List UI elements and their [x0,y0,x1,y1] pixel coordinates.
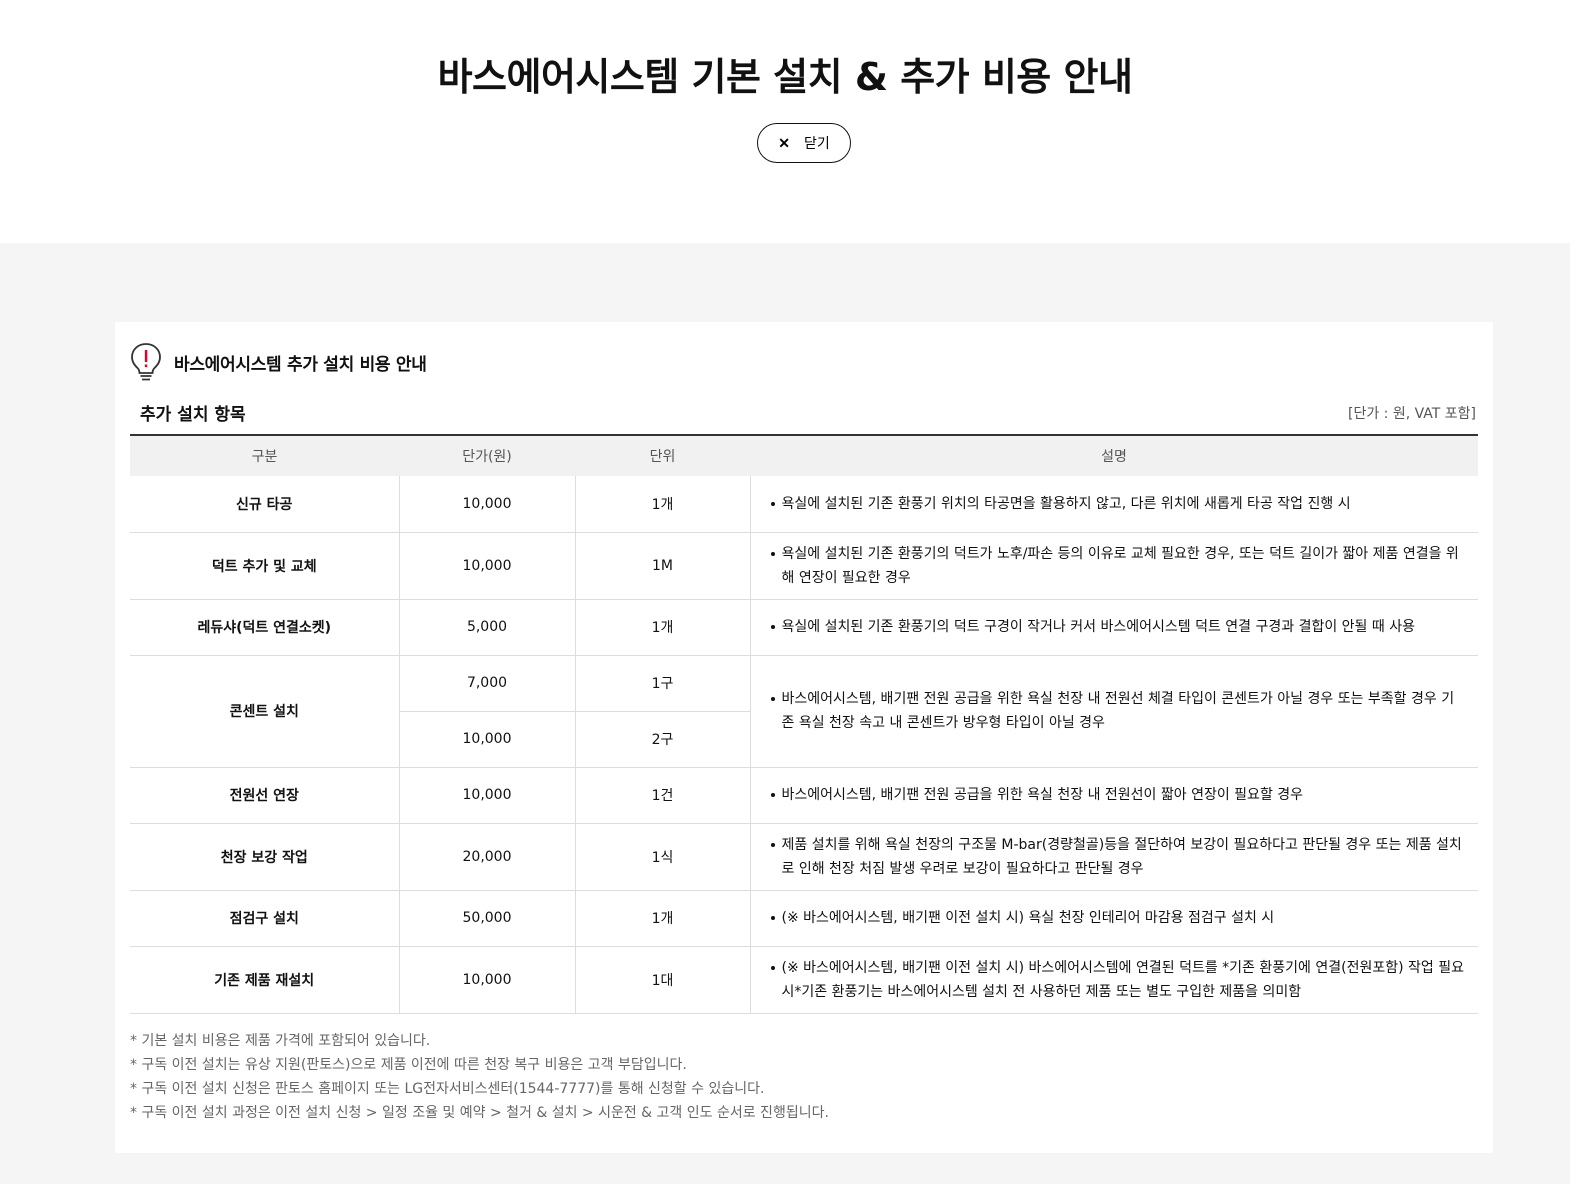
item-desc: 바스에어시스템, 배기팬 전원 공급을 위한 욕실 천장 내 전원선이 짧아 연… [770,783,1467,807]
item-name: 기존 제품 재설치 [130,946,399,1014]
table-row: 점검구 설치 50,000 1개 (※ 바스에어시스템, 배기팬 이전 설치 시… [130,890,1478,947]
item-desc: (※ 바스에어시스템, 배기팬 이전 설치 시) 바스에어시스템에 연결된 덕트… [770,956,1467,1004]
item-unit: 1식 [574,823,750,891]
footnote: 구독 이전 설치 신청은 판토스 홈페이지 또는 LG전자서비스센터(1544-… [130,1077,829,1101]
modal-header: 바스에어시스템 기본 설치 & 추가 비용 안내 ✕ 닫기 [0,0,1570,243]
item-price: 10,000 [398,532,575,600]
item-name: 전원선 연장 [130,767,399,824]
column-header: 단위 [649,449,676,465]
card-title: 바스에어시스템 추가 설치 비용 안내 [174,354,427,375]
item-unit: 1M [574,532,750,600]
item-name: 레듀샤(덕트 연결소켓) [130,599,399,656]
item-unit: 1개 [574,890,750,947]
item-desc: 욕실에 설치된 기존 환풍기 위치의 타공면을 활용하지 않고, 다른 위치에 … [770,492,1467,516]
item-desc-cell: 제품 설치를 위해 욕실 천장의 구조물 M-bar(경량철골)등을 절단하여 … [749,823,1478,891]
item-desc: (※ 바스에어시스템, 배기팬 이전 설치 시) 욕실 천장 인테리어 마감용 … [770,906,1467,930]
item-price: 10,000 [398,711,575,768]
item-desc: 제품 설치를 위해 욕실 천장의 구조물 M-bar(경량철골)등을 절단하여 … [770,833,1467,881]
item-price: 10,000 [398,946,575,1014]
close-button[interactable]: ✕ 닫기 [757,123,851,163]
section-header: 추가 설치 항목 [단가 : 원, VAT 포함] [140,400,1478,425]
item-name: 천장 보강 작업 [130,823,399,891]
footnote: 구독 이전 설치는 유상 지원(판토스)으로 제품 이전에 따른 천장 복구 비… [130,1053,829,1077]
footnote: 기본 설치 비용은 제품 가격에 포함되어 있습니다. [130,1029,829,1053]
item-desc-cell: 욕실에 설치된 기존 환풍기의 덕트가 노후/파손 등의 이유로 교체 필요한 … [749,532,1478,600]
cost-card: 바스에어시스템 추가 설치 비용 안내 추가 설치 항목 [단가 : 원, VA… [115,322,1493,1153]
item-unit: 1건 [574,767,750,824]
item-desc: 욕실에 설치된 기존 환풍기의 덕트가 노후/파손 등의 이유로 교체 필요한 … [770,542,1467,590]
unit-note: [단가 : 원, VAT 포함] [1347,405,1476,422]
item-name: 콘센트 설치 [130,655,399,768]
item-price: 20,000 [398,823,575,891]
item-price: 10,000 [398,476,575,533]
table-row: 신규 타공 10,000 1개 욕실에 설치된 기존 환풍기 위치의 타공면을 … [130,476,1478,533]
item-unit: 2구 [574,711,750,768]
item-price: 5,000 [398,599,575,656]
card-header: 바스에어시스템 추가 설치 비용 안내 [130,342,427,382]
section-title: 추가 설치 항목 [140,405,246,425]
item-desc-cell: (※ 바스에어시스템, 배기팬 이전 설치 시) 욕실 천장 인테리어 마감용 … [749,890,1478,947]
lightbulb-alert-icon [131,343,161,381]
item-desc: 욕실에 설치된 기존 환풍기의 덕트 구경이 작거나 커서 바스에어시스템 덕트… [770,615,1467,639]
item-desc-cell: 바스에어시스템, 배기팬 전원 공급을 위한 욕실 천장 내 전원선 체결 타입… [749,655,1478,768]
item-unit: 1대 [574,946,750,1014]
item-desc-cell: 욕실에 설치된 기존 환풍기 위치의 타공면을 활용하지 않고, 다른 위치에 … [749,476,1478,533]
item-unit: 1구 [574,655,750,712]
item-name: 신규 타공 [130,476,399,533]
content-area: 바스에어시스템 추가 설치 비용 안내 추가 설치 항목 [단가 : 원, VA… [0,243,1570,1184]
item-desc-cell: 욕실에 설치된 기존 환풍기의 덕트 구경이 작거나 커서 바스에어시스템 덕트… [749,599,1478,656]
footnote: 구독 이전 설치 과정은 이전 설치 신청 > 일정 조율 및 예약 > 철거 … [130,1101,828,1125]
close-icon: ✕ [778,134,790,151]
item-price: 50,000 [398,890,575,947]
item-desc-cell: 바스에어시스템, 배기팬 전원 공급을 위한 욕실 천장 내 전원선이 짧아 연… [749,767,1478,824]
column-header: 설명 [1101,449,1127,465]
close-label: 닫기 [803,135,830,151]
item-desc: 바스에어시스템, 배기팬 전원 공급을 위한 욕실 천장 내 전원선 체결 타입… [770,687,1467,735]
table-row: 기존 제품 재설치 10,000 1대 (※ 바스에어시스템, 배기팬 이전 설… [130,946,1478,1014]
table-row: 콘센트 설치 7,000 1구 바스에어시스템, 배기팬 전원 공급을 위한 욕… [130,655,1478,768]
table-row: 레듀샤(덕트 연결소켓) 5,000 1개 욕실에 설치된 기존 환풍기의 덕트… [130,599,1478,656]
column-header: 구분 [251,449,278,465]
item-price: 7,000 [398,655,575,712]
table-row: 덕트 추가 및 교체 10,000 1M 욕실에 설치된 기존 환풍기의 덕트가… [130,532,1478,600]
item-unit: 1개 [574,476,750,533]
item-name: 덕트 추가 및 교체 [130,532,399,600]
page-title: 바스에어시스템 기본 설치 & 추가 비용 안내 [437,55,1133,99]
footnotes: 기본 설치 비용은 제품 가격에 포함되어 있습니다. 구독 이전 설치는 유상… [130,1029,829,1125]
table-row: 천장 보강 작업 20,000 1식 제품 설치를 위해 욕실 천장의 구조물 … [130,823,1478,891]
item-price: 10,000 [398,767,575,824]
table-row: 전원선 연장 10,000 1건 바스에어시스템, 배기팬 전원 공급을 위한 … [130,767,1478,824]
item-desc-cell: (※ 바스에어시스템, 배기팬 이전 설치 시) 바스에어시스템에 연결된 덕트… [749,946,1478,1014]
item-unit: 1개 [574,599,750,656]
cost-table: 구분 단가(원) 단위 설명 신규 타공 10,000 1개 욕실에 설치된 기… [130,434,1478,1014]
table-header-row: 구분 단가(원) 단위 설명 [130,435,1478,476]
column-header: 단가(원) [462,449,512,465]
item-name: 점검구 설치 [130,890,399,947]
